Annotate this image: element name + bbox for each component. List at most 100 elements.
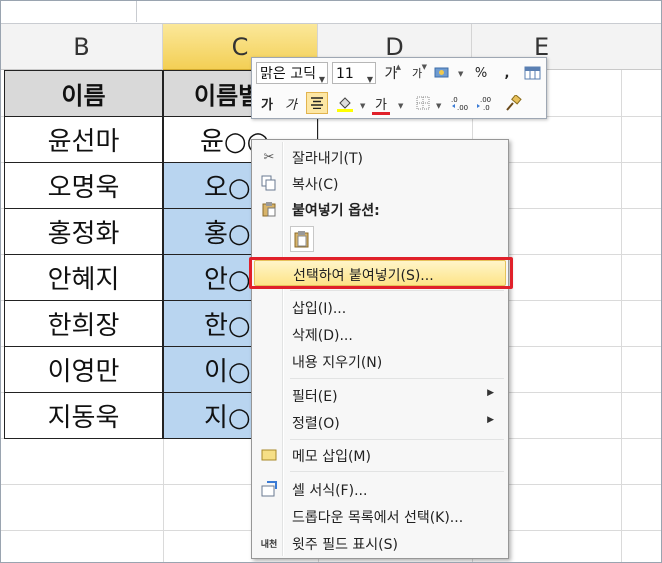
name-box[interactable] bbox=[1, 1, 137, 22]
cell-text: 홍○ bbox=[204, 219, 251, 249]
column-header-b[interactable]: B bbox=[1, 24, 163, 70]
context-menu: ✂ 잘라내기(T) 복사(C) 붙여넣기 옵션: 선택하여 붙여넣기(S)...… bbox=[251, 139, 509, 559]
cell-text: 지동욱 bbox=[47, 403, 120, 433]
font-color-glyph: 가 bbox=[375, 97, 387, 113]
clipboard-icon bbox=[260, 200, 278, 218]
name-cell[interactable]: 오명욱 bbox=[4, 162, 163, 209]
table-format-icon bbox=[524, 66, 541, 80]
chevron-down-icon: ▼ bbox=[398, 102, 404, 110]
cell-text: 홍정화 bbox=[47, 219, 120, 249]
paste-icon bbox=[294, 231, 309, 248]
menu-item-label: 붙여넣기 옵션: bbox=[292, 203, 380, 219]
chevron-right-icon: ▶ bbox=[487, 388, 494, 398]
decrease-decimal-button[interactable]: .00.0 bbox=[476, 92, 498, 114]
menu-item-label: 복사(C) bbox=[292, 177, 339, 193]
column-letter: C bbox=[231, 32, 249, 61]
chevron-down-icon: ▼ bbox=[458, 70, 464, 78]
name-cell[interactable]: 홍정화 bbox=[4, 208, 163, 255]
paint-bucket-icon bbox=[337, 97, 353, 112]
mini-toolbar: 맑은 고딕 ▼ 11 ▼ 가 ▲ 가 ▼ ▼ % , 가 가 ▼ 가 ▼ ▼ .0. bbox=[251, 57, 547, 119]
name-cell[interactable]: 윤선마 bbox=[4, 116, 163, 163]
cell-text: 이○ bbox=[204, 357, 251, 387]
menu-item-label: 정렬(O) bbox=[292, 416, 340, 432]
name-cell[interactable]: 지동욱 bbox=[4, 392, 163, 439]
svg-text:.00: .00 bbox=[480, 96, 491, 104]
increase-decimal-button[interactable]: .0.00 bbox=[450, 92, 472, 114]
font-name-value: 맑은 고딕 bbox=[260, 66, 316, 82]
chevron-down-icon: ▼ bbox=[318, 75, 325, 84]
menu-item-label: 잘라내기(T) bbox=[292, 151, 363, 167]
menu-item-label: 삽입(I)... bbox=[292, 301, 347, 317]
menu-item-label: 삭제(D)... bbox=[292, 328, 353, 344]
svg-text:.00: .00 bbox=[457, 104, 468, 111]
menu-item-label: 내용 지우기(N) bbox=[292, 355, 383, 371]
format-painter-table-button[interactable] bbox=[522, 62, 544, 84]
copy-icon bbox=[260, 174, 278, 192]
fill-color-button[interactable] bbox=[334, 92, 356, 114]
spreadsheet-window: B C D E 이름 이름별 윤선마 윤○○ 오명욱 오○ 홍정화 홍○ 안혜지… bbox=[0, 0, 662, 563]
menu-item-clear-contents[interactable]: 내용 지우기(N) bbox=[254, 348, 506, 374]
comma-glyph: , bbox=[504, 65, 510, 81]
chevron-down-icon: ▼ bbox=[360, 102, 366, 110]
italic-button[interactable]: 가 bbox=[280, 92, 302, 114]
header-label: 이름 bbox=[61, 82, 106, 110]
accounting-format-button[interactable] bbox=[432, 62, 454, 84]
cell-text: 오명욱 bbox=[47, 173, 120, 203]
header-cell-name[interactable]: 이름 bbox=[4, 70, 163, 117]
cell-text: 한희장 bbox=[47, 311, 120, 341]
chevron-down-icon: ▼ bbox=[366, 75, 373, 84]
column-letter: B bbox=[73, 32, 90, 61]
menu-item-format-cells[interactable]: 셀 서식(F)... bbox=[254, 476, 506, 502]
chevron-down-icon: ▼ bbox=[436, 102, 442, 110]
paintbrush-icon bbox=[506, 95, 522, 111]
menu-item-pick-from-list[interactable]: 드롭다운 목록에서 선택(K)... bbox=[254, 503, 506, 529]
currency-icon bbox=[434, 67, 449, 78]
cell-text: 윤선마 bbox=[47, 127, 120, 157]
paste-option-button[interactable] bbox=[290, 226, 314, 252]
font-size-box[interactable]: 11 ▼ bbox=[332, 62, 376, 84]
cell-text: 오○ bbox=[204, 173, 251, 203]
bold-glyph: 가 bbox=[261, 97, 273, 113]
cell-text: 안○ bbox=[204, 265, 251, 295]
menu-item-insert-comment[interactable]: 메모 삽입(M) bbox=[254, 442, 506, 468]
menu-item-phonetic[interactable]: 내천 윗주 필드 표시(S) bbox=[254, 530, 506, 556]
menu-item-copy[interactable]: 복사(C) bbox=[254, 170, 506, 196]
shrink-font-glyph: 가 bbox=[411, 67, 423, 80]
font-color-button[interactable]: 가 bbox=[370, 92, 392, 114]
menu-item-insert[interactable]: 삽입(I)... bbox=[254, 294, 506, 320]
menu-item-cut[interactable]: ✂ 잘라내기(T) bbox=[254, 144, 506, 170]
menu-item-paste-options: 붙여넣기 옵션: bbox=[254, 196, 506, 222]
name-cell[interactable]: 안혜지 bbox=[4, 254, 163, 301]
menu-item-filter[interactable]: 필터(E) ▶ bbox=[254, 382, 506, 408]
grow-font-button[interactable]: 가 ▲ bbox=[380, 62, 402, 84]
font-name-box[interactable]: 맑은 고딕 ▼ bbox=[256, 62, 328, 84]
shrink-font-button[interactable]: 가 ▼ bbox=[406, 62, 428, 84]
name-cell[interactable]: 한희장 bbox=[4, 300, 163, 347]
borders-button[interactable] bbox=[412, 92, 434, 114]
align-center-icon bbox=[311, 97, 323, 109]
comment-icon bbox=[260, 446, 278, 464]
center-align-button[interactable] bbox=[306, 92, 328, 114]
menu-item-label: 셀 서식(F)... bbox=[292, 483, 368, 499]
italic-glyph: 가 bbox=[285, 97, 297, 113]
chevron-right-icon: ▶ bbox=[487, 415, 494, 425]
increase-decimal-icon: .0.00 bbox=[451, 96, 468, 111]
cell-text: 한○ bbox=[204, 311, 251, 341]
format-painter-button[interactable] bbox=[502, 92, 524, 114]
menu-item-sort[interactable]: 정렬(O) ▶ bbox=[254, 409, 506, 435]
menu-item-label: 윗주 필드 표시(S) bbox=[292, 537, 398, 553]
phonetic-icon: 내천 bbox=[260, 534, 278, 552]
font-color-swatch bbox=[372, 112, 390, 115]
scissors-icon: ✂ bbox=[263, 149, 275, 165]
percent-style-button[interactable]: % bbox=[470, 62, 492, 84]
comma-style-button[interactable]: , bbox=[496, 62, 518, 84]
svg-text:.0: .0 bbox=[451, 96, 458, 104]
percent-glyph: % bbox=[474, 65, 488, 81]
cell-text: 안혜지 bbox=[47, 265, 120, 295]
bold-button[interactable]: 가 bbox=[256, 92, 278, 114]
name-cell[interactable]: 이영만 bbox=[4, 346, 163, 393]
menu-item-label: 메모 삽입(M) bbox=[292, 449, 371, 465]
phonetic-icon-text: 내천 bbox=[260, 539, 278, 550]
menu-item-delete[interactable]: 삭제(D)... bbox=[254, 321, 506, 347]
cell-text: 이영만 bbox=[47, 357, 120, 387]
